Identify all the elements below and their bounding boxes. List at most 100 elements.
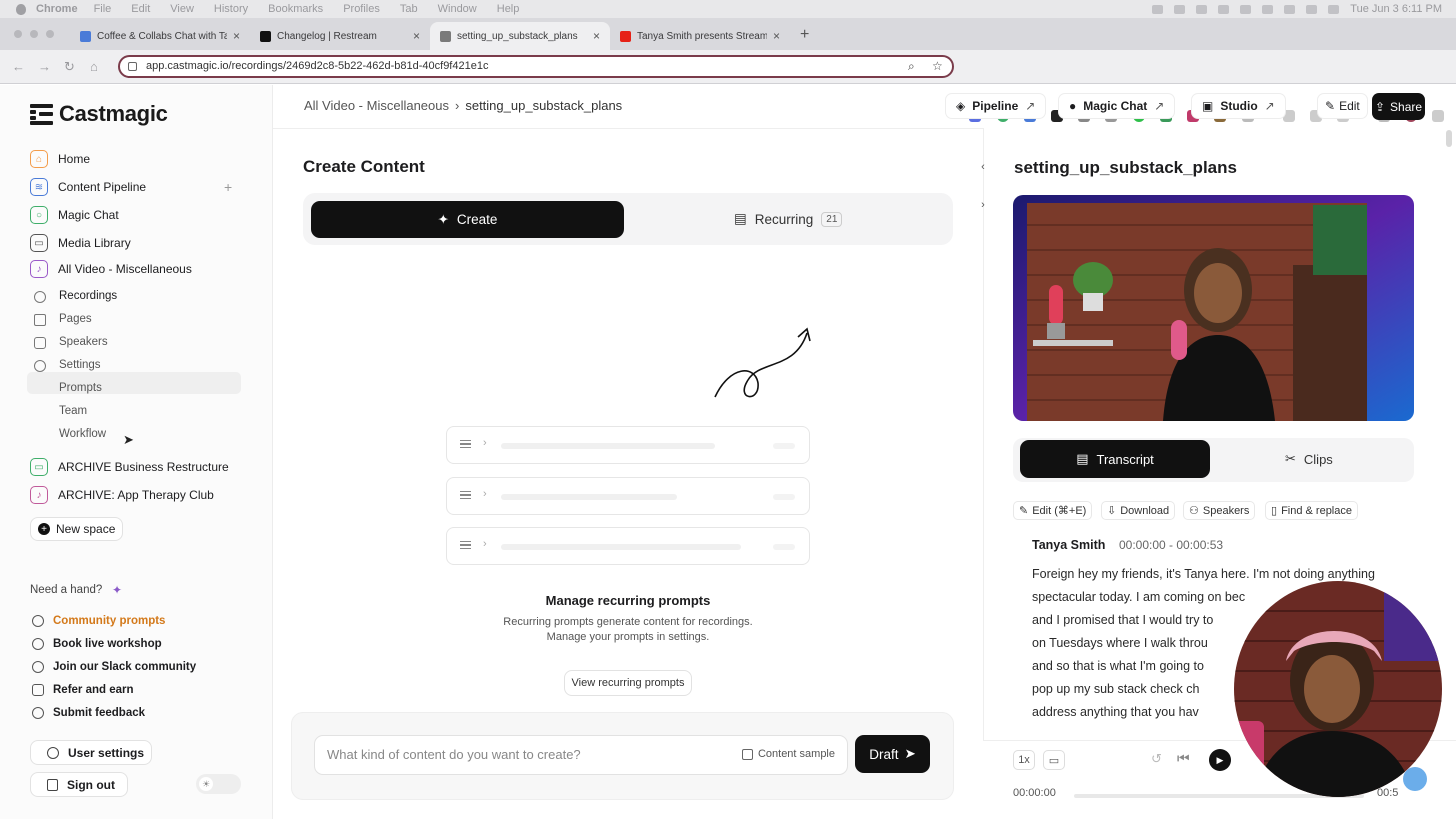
breadcrumb-space[interactable]: All Video - Miscellaneous xyxy=(304,98,449,113)
magic-chat-button[interactable]: ● Magic Chat ↗ xyxy=(1058,93,1176,119)
menu-history[interactable]: History xyxy=(214,3,248,15)
back-icon[interactable]: ← xyxy=(12,59,26,74)
new-space-button[interactable]: + New space xyxy=(30,517,124,541)
minimize-window-icon[interactable] xyxy=(30,30,38,38)
add-pipeline-icon[interactable]: + xyxy=(224,179,232,195)
menu-profiles[interactable]: Profiles xyxy=(343,3,380,15)
menu-app-name[interactable]: Chrome xyxy=(36,3,78,15)
menu-view[interactable]: View xyxy=(170,3,194,15)
menu-help[interactable]: Help xyxy=(497,3,520,15)
refer-earn-link[interactable]: Refer and earn xyxy=(32,681,134,699)
document-icon: ▤ xyxy=(734,211,747,226)
sidebar-item-workflow[interactable]: Workflow xyxy=(59,428,106,440)
menu-bookmarks[interactable]: Bookmarks xyxy=(268,3,323,15)
forward-icon[interactable]: → xyxy=(38,59,52,74)
zoom-icon[interactable]: ⌕ xyxy=(908,59,915,74)
browser-tab-setting-up-substack[interactable]: setting_up_substack_plans × xyxy=(430,22,610,50)
content-prompt-input[interactable]: What kind of content do you want to crea… xyxy=(314,735,848,775)
browser-tab-tanya-stream[interactable]: Tanya Smith presents Stream × xyxy=(610,22,790,50)
help-chat-icon[interactable] xyxy=(1403,767,1427,791)
menu-tab[interactable]: Tab xyxy=(400,3,418,15)
address-bar[interactable]: app.castmagic.io/recordings/2469d2c8-5b2… xyxy=(118,55,954,78)
view-recurring-prompts-button[interactable]: View recurring prompts xyxy=(564,670,692,696)
edit-button[interactable]: ✎ Edit xyxy=(1317,93,1368,119)
find-replace-button[interactable]: ▯ Find & replace xyxy=(1265,501,1358,520)
menu-file[interactable]: File xyxy=(94,3,112,15)
tab-clips[interactable]: ✂ Clips xyxy=(1285,451,1333,467)
close-window-icon[interactable] xyxy=(14,30,22,38)
status-icon[interactable] xyxy=(1218,4,1230,14)
status-icon[interactable] xyxy=(1262,4,1274,14)
sidebar-space-archive-app-therapy[interactable]: ♪ ARCHIVE: App Therapy Club xyxy=(30,484,214,506)
speaker-name[interactable]: Tanya Smith xyxy=(1032,538,1105,552)
menu-clock[interactable]: Tue Jun 3 6:11 PM xyxy=(1350,3,1442,15)
close-tab-icon[interactable]: × xyxy=(233,29,240,43)
status-icon[interactable] xyxy=(1240,4,1252,14)
sidebar-space-archive-business[interactable]: ▭ ARCHIVE Business Restructure xyxy=(30,456,229,478)
menu-window[interactable]: Window xyxy=(438,3,477,15)
collapse-left-icon[interactable]: ‹ xyxy=(975,157,991,177)
tab-create[interactable]: ✦ Create xyxy=(311,201,624,238)
browser-tab-coffee-collabs[interactable]: Coffee & Collabs Chat with Ta × xyxy=(70,22,250,50)
user-settings-button[interactable]: User settings xyxy=(30,740,152,765)
play-button[interactable]: ▶ xyxy=(1209,749,1231,771)
video-toggle-icon[interactable]: ▭ xyxy=(1043,750,1065,770)
sign-out-button[interactable]: Sign out xyxy=(30,772,128,797)
sidebar-item-settings[interactable]: Settings xyxy=(59,359,101,371)
reload-icon[interactable]: ↻ xyxy=(64,59,78,75)
scrollbar[interactable] xyxy=(1446,130,1452,147)
bookmark-star-icon[interactable]: ☆ xyxy=(932,59,943,73)
sidebar-item-home[interactable]: ⌂ Home xyxy=(30,148,90,170)
sidebar-item-magic-chat[interactable]: ○ Magic Chat xyxy=(30,204,119,226)
new-tab-icon[interactable]: + xyxy=(800,26,809,44)
skip-back-icon[interactable]: ⏮ xyxy=(1177,750,1190,767)
menu-edit[interactable]: Edit xyxy=(131,3,150,15)
zoom-window-icon[interactable] xyxy=(46,30,54,38)
tab-transcript[interactable]: ▤ Transcript xyxy=(1020,440,1210,478)
battery-icon[interactable] xyxy=(1328,4,1340,14)
submit-feedback-link[interactable]: Submit feedback xyxy=(32,704,145,722)
sidebar-item-prompts[interactable]: Prompts xyxy=(59,382,102,394)
share-button[interactable]: ⇪ Share xyxy=(1372,93,1425,120)
draft-button[interactable]: Draft ➤ xyxy=(855,735,930,773)
skeleton-bar xyxy=(501,544,741,550)
wifi-icon[interactable] xyxy=(1306,4,1318,14)
content-sample-button[interactable]: Content sample xyxy=(741,748,835,760)
video-player-thumbnail[interactable] xyxy=(1013,195,1414,421)
studio-button[interactable]: ▣ Studio ↗ xyxy=(1191,93,1286,119)
home-icon[interactable]: ⌂ xyxy=(90,59,104,74)
edit-transcript-button[interactable]: ✎ Edit (⌘+E) xyxy=(1013,501,1093,520)
download-button[interactable]: ⇩ Download xyxy=(1101,501,1176,520)
close-tab-icon[interactable]: × xyxy=(773,29,780,43)
menu-kebab-icon[interactable] xyxy=(1432,110,1444,122)
sidebar-item-speakers[interactable]: Speakers xyxy=(59,336,108,348)
folder-icon: ▭ xyxy=(30,234,48,252)
playback-speed-button[interactable]: 1x xyxy=(1013,750,1035,770)
tab-recurring[interactable]: ▤ Recurring 21 xyxy=(734,211,843,227)
close-tab-icon[interactable]: × xyxy=(593,29,600,43)
sidebar-item-media-library[interactable]: ▭ Media Library xyxy=(30,232,131,254)
sidebar-space-all-video[interactable]: ♪ All Video - Miscellaneous xyxy=(30,258,192,280)
segment-timestamp[interactable]: 00:00:00 - 00:00:53 xyxy=(1119,538,1223,552)
status-icon[interactable] xyxy=(1196,4,1208,14)
browser-tab-changelog[interactable]: Changelog | Restream × xyxy=(250,22,430,50)
close-tab-icon[interactable]: × xyxy=(413,29,420,43)
rewind-icon[interactable]: ↺ xyxy=(1151,751,1162,767)
book-workshop-link[interactable]: Book live workshop xyxy=(32,635,162,653)
sidebar-item-recordings[interactable]: Recordings xyxy=(59,290,117,302)
community-prompts-link[interactable]: Community prompts xyxy=(32,612,165,630)
sidebar-item-content-pipeline[interactable]: ≋ Content Pipeline xyxy=(30,176,146,198)
sidebar-item-pages[interactable]: Pages xyxy=(59,313,92,325)
status-icon[interactable] xyxy=(1284,4,1296,14)
space-name: All Video - Miscellaneous xyxy=(58,262,192,276)
site-info-icon[interactable] xyxy=(128,62,137,71)
apple-icon[interactable] xyxy=(16,3,26,15)
theme-toggle[interactable]: ☀ xyxy=(196,774,241,794)
slack-community-link[interactable]: Join our Slack community xyxy=(32,658,196,676)
expand-right-icon[interactable]: › xyxy=(975,195,991,215)
status-icon[interactable] xyxy=(1174,4,1186,14)
sidebar-item-team[interactable]: Team xyxy=(59,405,87,417)
castmagic-logo[interactable]: Castmagic xyxy=(30,101,168,127)
status-icon[interactable] xyxy=(1152,4,1164,14)
speakers-button[interactable]: ⚇ Speakers xyxy=(1183,501,1256,520)
